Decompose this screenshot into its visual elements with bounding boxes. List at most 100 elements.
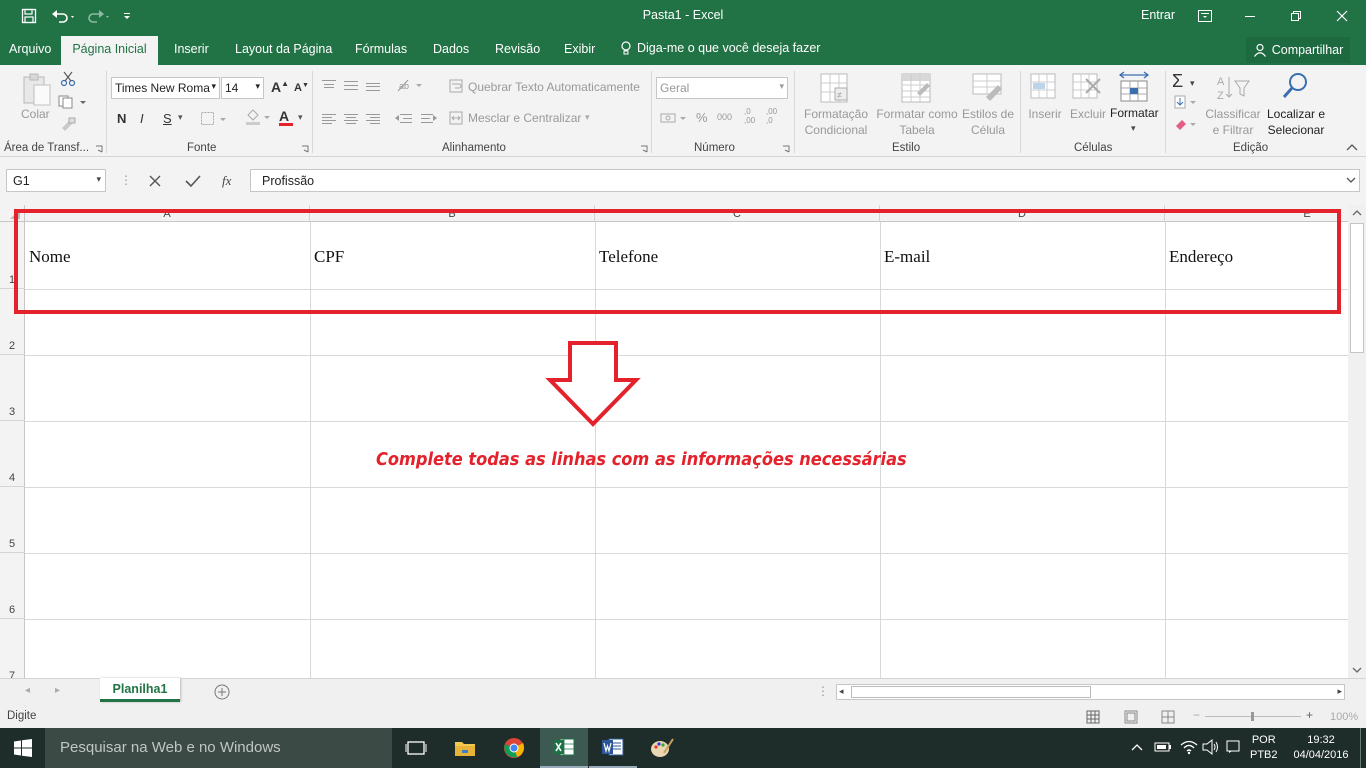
underline-dropdown-icon[interactable]: ▾ — [178, 112, 183, 123]
decrease-decimal-button[interactable]: ,00 ,0 — [766, 107, 777, 125]
conditional-formatting-button[interactable]: Formatação Condicional — [798, 106, 874, 138]
wifi-icon[interactable] — [1180, 739, 1198, 755]
formula-input[interactable]: Profissão — [250, 169, 1360, 192]
merge-center-icon[interactable] — [449, 111, 463, 125]
horizontal-scrollbar[interactable]: ◂ ▸ — [836, 684, 1345, 700]
dialog-launcher-icon[interactable] — [782, 145, 790, 153]
delete-cells-button[interactable]: Excluir — [1066, 106, 1110, 122]
font-color-dropdown-icon[interactable]: ▾ — [298, 112, 303, 123]
dialog-launcher-icon[interactable] — [95, 145, 103, 153]
share-button[interactable]: Compartilhar — [1246, 37, 1350, 63]
page-break-view-icon[interactable] — [1161, 710, 1175, 724]
save-icon[interactable] — [18, 6, 40, 26]
bold-button[interactable]: N — [117, 111, 126, 126]
tab-insert[interactable]: Inserir — [174, 42, 209, 56]
insert-cells-button[interactable]: Inserir — [1023, 106, 1067, 122]
sheet-tab-planilha1[interactable]: Planilha1 — [100, 678, 180, 702]
cell-styles-button[interactable]: Estilos de Célula — [960, 106, 1016, 138]
font-name-select[interactable]: Times New Roma ▾ — [111, 77, 220, 99]
fill-icon[interactable] — [1174, 95, 1200, 109]
percent-button[interactable]: % — [696, 110, 708, 125]
zoom-in-button[interactable]: + — [1306, 708, 1313, 722]
insert-cells-icon[interactable] — [1030, 73, 1060, 103]
excel-taskbar-icon[interactable] — [540, 728, 588, 768]
new-sheet-icon[interactable] — [214, 684, 230, 700]
file-explorer-icon[interactable] — [441, 728, 489, 768]
paste-label[interactable]: Colar — [21, 107, 50, 121]
scroll-thumb[interactable] — [851, 686, 1091, 698]
next-sheet-icon[interactable]: ▸ — [55, 685, 60, 696]
restore-icon[interactable] — [1284, 6, 1308, 26]
scroll-down-icon[interactable] — [1351, 665, 1363, 675]
tell-me-box[interactable]: Diga-me o que você deseja fazer — [620, 41, 820, 55]
increase-decimal-button[interactable]: ,0 ,00 — [744, 107, 755, 125]
align-left-icon[interactable] — [322, 112, 384, 126]
cut-icon[interactable] — [60, 71, 76, 87]
insert-function-button[interactable]: fx — [222, 173, 231, 189]
tab-data[interactable]: Dados — [433, 42, 469, 56]
format-cells-button[interactable]: Formatar — [1110, 106, 1159, 120]
fill-color-icon[interactable] — [244, 109, 274, 127]
clear-icon[interactable] — [1174, 117, 1200, 131]
font-size-select[interactable]: 14 ▾ — [221, 77, 264, 99]
borders-icon[interactable] — [200, 111, 230, 127]
expand-formula-bar-icon[interactable] — [1346, 176, 1356, 184]
scroll-left-icon[interactable]: ◂ — [839, 686, 844, 697]
currency-icon[interactable] — [660, 111, 690, 125]
page-layout-view-icon[interactable] — [1124, 710, 1138, 724]
scroll-thumb[interactable] — [1350, 223, 1364, 353]
taskbar-search-box[interactable]: Pesquisar na Web e no Windows — [45, 728, 392, 768]
thousands-separator-button[interactable]: 000 — [717, 112, 732, 122]
tab-formulas[interactable]: Fórmulas — [355, 42, 407, 56]
vertical-scrollbar[interactable] — [1348, 205, 1366, 678]
grow-font-button[interactable]: A▲ — [271, 79, 289, 95]
row-header-7[interactable]: 7 — [0, 619, 25, 678]
tab-page-layout[interactable]: Layout da Página — [235, 42, 332, 56]
volume-icon[interactable] — [1202, 739, 1220, 755]
format-painter-icon[interactable] — [60, 117, 76, 131]
italic-button[interactable]: I — [140, 111, 144, 126]
redo-icon[interactable] — [84, 6, 114, 26]
cell-styles-icon[interactable] — [972, 73, 1004, 105]
windows-start-icon[interactable] — [0, 728, 45, 768]
name-box[interactable]: G1 ▾ — [6, 169, 106, 192]
normal-view-icon[interactable] — [1086, 710, 1100, 724]
tab-home[interactable]: Página Inicial — [61, 36, 158, 66]
show-hidden-icons[interactable] — [1131, 742, 1143, 752]
customize-quick-access-icon[interactable] — [120, 6, 134, 26]
zoom-slider-thumb[interactable] — [1251, 712, 1254, 721]
word-taskbar-icon[interactable] — [589, 728, 637, 768]
autosum-dropdown-icon[interactable]: ▾ — [1190, 78, 1195, 89]
format-cells-icon[interactable] — [1118, 71, 1150, 103]
sheet-splitter-icon[interactable]: ⋮ — [817, 684, 829, 698]
align-top-icon[interactable] — [322, 78, 384, 92]
worksheet-grid[interactable]: A B C D E 1 2 3 4 5 6 7 Nome CPF Telefon… — [0, 205, 1348, 678]
shrink-font-button[interactable]: A▼ — [294, 82, 309, 94]
close-icon[interactable] — [1330, 6, 1354, 26]
row-header-3[interactable]: 3 — [0, 355, 25, 421]
font-color-button[interactable]: A — [279, 108, 293, 126]
zoom-level[interactable]: 100% — [1330, 711, 1358, 723]
underline-button[interactable]: S — [163, 111, 172, 126]
wrap-text-button[interactable]: Quebrar Texto Automaticamente — [468, 80, 640, 94]
confirm-entry-icon[interactable] — [185, 174, 201, 188]
battery-icon[interactable] — [1154, 741, 1172, 753]
row-header-5[interactable]: 5 — [0, 487, 25, 553]
scroll-right-icon[interactable]: ▸ — [1337, 686, 1342, 697]
sort-filter-button[interactable]: Classificar e Filtrar — [1200, 106, 1266, 138]
tab-review[interactable]: Revisão — [495, 42, 540, 56]
chrome-icon[interactable] — [490, 728, 538, 768]
dialog-launcher-icon[interactable] — [301, 145, 309, 153]
format-dropdown-icon[interactable]: ▾ — [1131, 123, 1136, 134]
undo-icon[interactable] — [48, 6, 78, 26]
tab-file[interactable]: Arquivo — [9, 42, 51, 56]
autosum-button[interactable]: Σ — [1172, 71, 1183, 92]
find-select-button[interactable]: Localizar e Selecionar — [1260, 106, 1332, 138]
row-header-4[interactable]: 4 — [0, 421, 25, 487]
paint-taskbar-icon[interactable] — [638, 728, 686, 768]
minimize-icon[interactable] — [1238, 6, 1262, 26]
ribbon-display-options-icon[interactable] — [1194, 6, 1216, 26]
scroll-up-icon[interactable] — [1351, 208, 1363, 218]
wrap-text-icon[interactable] — [449, 79, 463, 93]
action-center-icon[interactable] — [1226, 740, 1240, 754]
